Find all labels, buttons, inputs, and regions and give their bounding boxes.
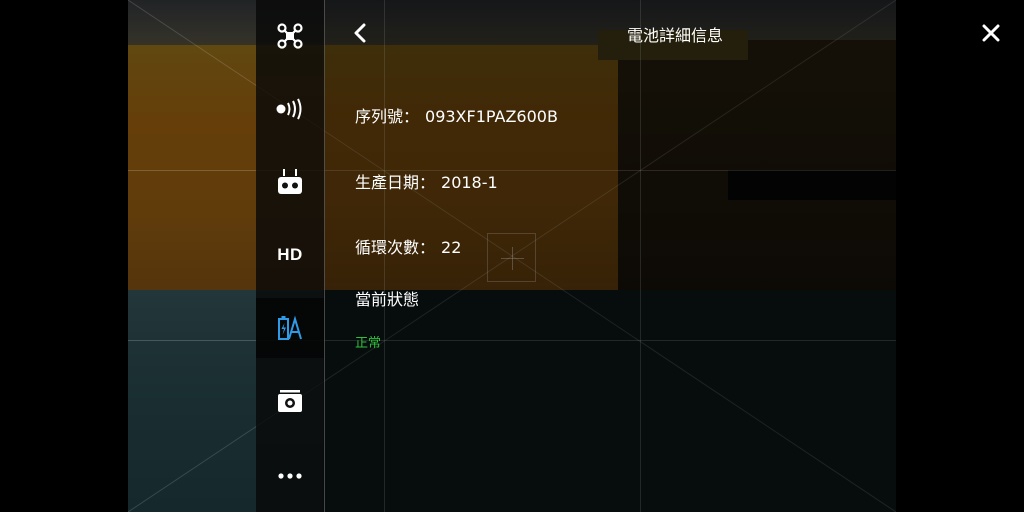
back-button[interactable] [348,20,372,46]
chevron-left-icon [354,23,366,43]
settings-side-menu: HD [256,0,325,512]
aircraft-icon [277,23,303,49]
menu-item-more[interactable] [256,446,324,506]
serial-number-label: 序列號： [355,107,420,126]
close-button[interactable] [978,20,1004,46]
menu-item-signal[interactable] [256,79,324,139]
menu-item-aircraft[interactable] [256,6,324,66]
cycle-count-row: 循環次數： 22 [355,234,461,258]
remote-controller-icon [278,169,302,194]
more-icon [278,473,302,479]
menu-item-hd[interactable]: HD [256,225,324,285]
camera-icon [278,390,302,412]
production-date-value: 2018-1 [441,173,498,192]
production-date-row: 生產日期： 2018-1 [355,169,498,193]
menu-item-remote-controller[interactable] [256,152,324,212]
serial-number-value: 093XF1PAZ600B [425,107,558,126]
status-label: 當前狀態 [355,290,420,309]
production-date-label: 生產日期： [355,173,436,192]
hd-icon: HD [277,245,303,264]
menu-item-battery[interactable] [256,298,324,358]
page-title: 電池詳細信息 [626,26,723,45]
close-icon [982,24,1000,42]
menu-item-camera[interactable] [256,371,324,431]
battery-icon [278,315,302,340]
signal-icon [276,98,302,120]
serial-number-row: 序列號： 093XF1PAZ600B [355,103,558,127]
cycle-count-value: 22 [441,238,462,257]
status-value: 正常 [355,336,382,351]
cycle-count-label: 循環次數： [355,238,436,257]
